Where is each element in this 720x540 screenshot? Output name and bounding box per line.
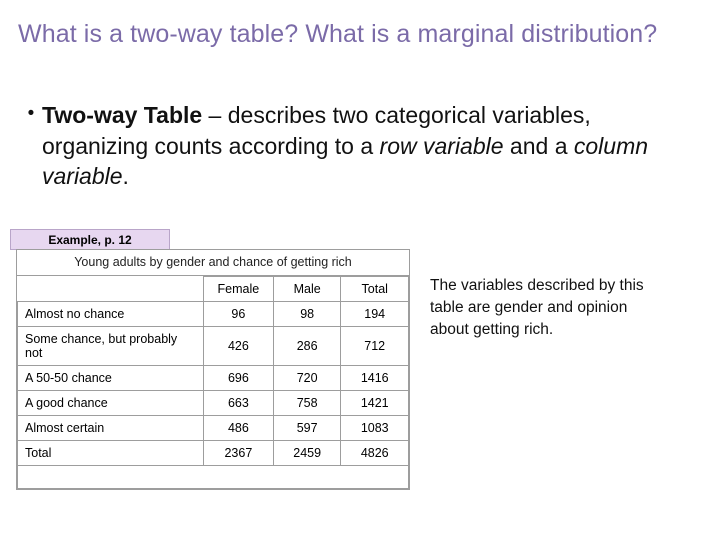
- bullet-text: Two-way Table – describes two categorica…: [42, 100, 690, 192]
- table-body: Female Male Total Almost no chance 96 98…: [17, 276, 409, 466]
- cell-male: 2459: [272, 440, 342, 466]
- cell-total: 1416: [340, 365, 409, 391]
- table-row: Almost no chance 96 98 194: [17, 301, 409, 327]
- two-way-table-container: Young adults by gender and chance of get…: [16, 249, 410, 490]
- table-row: A 50-50 chance 696 720 1416: [17, 365, 409, 391]
- row-label: A good chance: [17, 390, 204, 416]
- table-header-row: Female Male Total: [17, 276, 409, 302]
- page-title: What is a two-way table? What is a margi…: [18, 20, 658, 48]
- list-item: • Two-way Table – describes two categori…: [20, 100, 690, 192]
- cell-male: 720: [272, 365, 342, 391]
- slide: What is a two-way table? What is a margi…: [0, 0, 720, 540]
- term-two-way-table: Two-way Table: [42, 102, 203, 128]
- table-row-total: Total 2367 2459 4826: [17, 440, 409, 466]
- bullet-rest-3: .: [122, 163, 129, 190]
- column-header-female: Female: [202, 276, 274, 302]
- cell-female: 2367: [202, 440, 274, 466]
- side-note: The variables described by this table ar…: [430, 277, 644, 338]
- example-badge: Example, p. 12: [10, 229, 170, 250]
- cell-total: 712: [340, 326, 409, 366]
- table-bottom-spacer: [17, 466, 409, 489]
- column-header-total: Total: [340, 276, 409, 302]
- cell-total: 1083: [340, 415, 409, 441]
- cell-male: 597: [272, 415, 342, 441]
- table-caption: Young adults by gender and chance of get…: [17, 250, 409, 276]
- table-corner-cell: [17, 276, 204, 302]
- row-label: Almost certain: [17, 415, 204, 441]
- row-label: Total: [17, 440, 204, 466]
- term-row-variable: row variable: [379, 132, 504, 159]
- cell-male: 286: [272, 326, 342, 366]
- cell-female: 663: [202, 390, 274, 416]
- bullet-rest-2: and a: [503, 132, 574, 159]
- table-row: Some chance, but probably not 426 286 71…: [17, 326, 409, 366]
- row-label: Almost no chance: [17, 301, 204, 327]
- two-way-table: Female Male Total Almost no chance 96 98…: [17, 276, 409, 466]
- cell-female: 486: [202, 415, 274, 441]
- cell-female: 96: [202, 301, 274, 327]
- cell-total: 4826: [340, 440, 409, 466]
- bullet-list: • Two-way Table – describes two categori…: [20, 100, 690, 192]
- row-label: A 50-50 chance: [17, 365, 204, 391]
- cell-female: 696: [202, 365, 274, 391]
- table-row: A good chance 663 758 1421: [17, 390, 409, 416]
- row-label: Some chance, but probably not: [17, 326, 204, 366]
- cell-male: 758: [272, 390, 342, 416]
- cell-male: 98: [272, 301, 342, 327]
- cell-total: 194: [340, 301, 409, 327]
- table-row: Almost certain 486 597 1083: [17, 415, 409, 441]
- cell-total: 1421: [340, 390, 409, 416]
- cell-female: 426: [202, 326, 274, 366]
- column-header-male: Male: [272, 276, 342, 302]
- bullet-dot-icon: •: [27, 103, 35, 124]
